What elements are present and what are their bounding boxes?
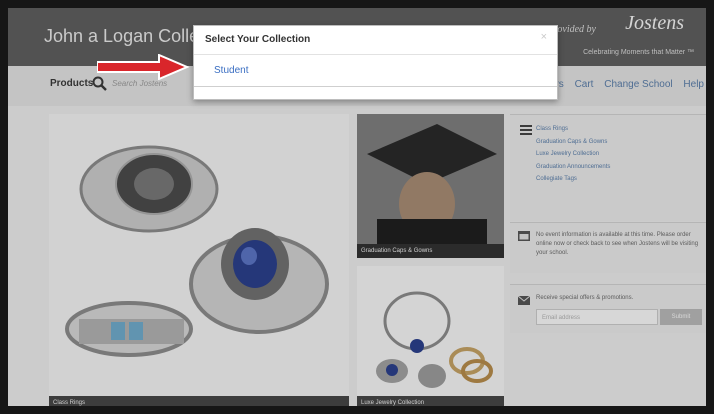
close-icon[interactable]: ×	[541, 31, 547, 43]
arrow-pointer-icon	[97, 54, 189, 80]
dialog-divider-bottom	[194, 86, 557, 87]
dialog-title: Select Your Collection	[205, 34, 311, 45]
select-collection-dialog: Select Your Collection × Student	[193, 25, 558, 100]
collection-option-student[interactable]: Student	[214, 65, 248, 76]
dialog-divider	[194, 54, 557, 55]
